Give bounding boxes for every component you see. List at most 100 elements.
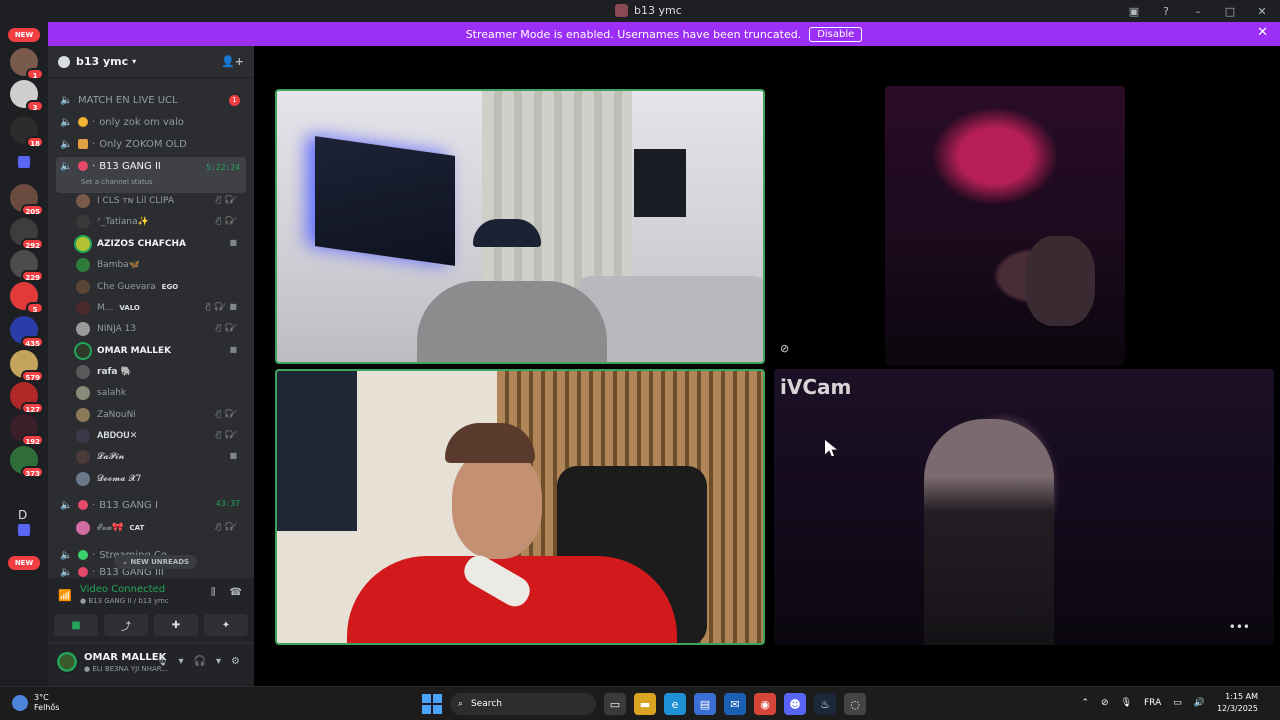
voice-member[interactable]: NINJA 13 🎙̸🎧̸ [76,319,246,339]
bullet: · [92,116,96,128]
voice-member[interactable]: ᐟ_Tatiana✨ 🎙̸🎧̸ [76,212,246,232]
invite-icon[interactable]: 👤+ [221,55,244,68]
video-tile[interactable] [275,89,765,364]
voice-member[interactable]: OMAR MALLEK ■ [76,341,246,361]
disable-button[interactable]: Disable [809,26,863,42]
channel-status[interactable]: Set a channel status [81,178,153,186]
microphone-icon[interactable]: 🎙 [156,656,169,667]
voice-location[interactable]: ● B13 GANG II / b13 ymc [80,597,169,605]
voice-member[interactable]: rafa 🐘 [76,362,246,382]
store-icon[interactable]: ▤ [694,693,716,715]
chrome-icon[interactable]: ◉ [754,693,776,715]
user-name[interactable]: OMAR MALLEK [84,652,166,663]
voice-channel[interactable]: 🔈 · Only ZOKOM OLD [56,134,246,154]
banner-close-icon[interactable]: ✕ [1257,25,1268,40]
display-icon[interactable]: ▭ [1173,698,1182,708]
voice-channel[interactable]: 🔈 · only zok om valo [56,112,246,132]
new-unreads-pill[interactable]: ⌄ NEW UNREADS [114,555,198,569]
voice-status[interactable]: Video Connected [80,584,165,595]
voice-member[interactable]: ZaNouNi 🎙̸🎧̸ [76,405,246,425]
voice-channel[interactable]: 🔈 MATCH EN LIVE UCL 1 [56,90,246,110]
new-pill-bottom[interactable]: NEW [8,556,40,570]
folder-icon[interactable] [18,524,30,536]
discord-icon[interactable]: ☻ [784,693,806,715]
edge-icon[interactable]: e [664,693,686,715]
weather-widget[interactable]: 3°C Felhős [12,693,59,713]
server-avatar[interactable]: 18 [10,116,44,148]
help-icon[interactable]: ? [1158,3,1174,19]
new-pill-top[interactable]: NEW [8,28,40,42]
person-body [924,419,1054,645]
guild-logo [58,55,70,68]
voice-member[interactable]: 𝓓𝓸𝓸𝓶𝓪 𝓧7 [76,469,246,489]
chevron-up-icon[interactable]: ⌃ [1081,698,1089,708]
chevron-down-icon[interactable]: ▾ [179,656,184,667]
maximize-icon[interactable]: □ [1222,3,1238,19]
server-avatar[interactable]: 1 [10,48,44,80]
voice-member[interactable]: AZIZOS CHAFCHA ■ [76,234,246,254]
disconnect-icon[interactable]: ☎ [230,587,242,598]
server-avatar[interactable]: 127 [10,382,44,414]
microphone-icon[interactable]: 🎙 [1121,698,1132,708]
voice-member[interactable]: Che Guevara EGO [76,277,246,297]
volume-icon[interactable]: 🔊 [1194,698,1205,708]
voice-member[interactable]: salahk [76,383,246,403]
network-off-icon[interactable]: ⊘ [1101,698,1109,708]
user-avatar[interactable] [56,652,78,674]
voice-member[interactable]: I CLS ᴛɴ Lil CLIPA 🎙̸🎧̸ [76,191,246,211]
server-avatar[interactable]: 435 [10,316,44,348]
screen-share-button[interactable]: ⤴ [104,614,148,636]
inbox-icon[interactable]: ▣ [1126,3,1142,19]
signal-icon[interactable]: 📶 [58,589,72,602]
camera-button[interactable]: ■ [54,614,98,636]
voice-member[interactable]: M... VALO 🎙̸🎧̸■ [76,298,246,318]
server-avatar[interactable]: 205 [10,184,44,216]
clock[interactable]: 1:15 AM 12/3/2025 [1217,691,1258,715]
task-view-icon[interactable]: ▭ [604,693,626,715]
voice-member[interactable]: 𝐀𝐁𝐃𝐎𝐔✕ 🎙̸🎧̸ [76,426,246,446]
outlook-icon[interactable]: ✉ [724,693,746,715]
server-letter-d[interactable]: D [18,508,27,522]
minimize-icon[interactable]: – [1190,3,1206,19]
server-avatar[interactable]: 192 [10,414,44,446]
voice-member[interactable]: Bamba🦋 [76,255,246,275]
search-box[interactable]: ⌕ Search [450,693,596,715]
server-avatar[interactable]: 292 [10,218,44,250]
voice-channel-active[interactable]: 🔈 · B13 GANG II 5:22:24 Set a channel st… [56,157,246,193]
video-tile[interactable] [885,86,1125,366]
more-options-icon[interactable]: ••• [1229,620,1250,634]
banner-text: Streamer Mode is enabled. Usernames have… [465,27,802,41]
folder-icon[interactable] [18,156,30,168]
avatar [76,322,90,336]
server-avatar[interactable]: 229 [10,250,44,282]
headphones-icon[interactable]: 🎧 [194,656,206,667]
voice-member[interactable]: 𝓛𝓪𝓟𝓲𝓷 ■ [76,447,246,467]
app-icon[interactable]: ◌ [844,693,866,715]
close-icon[interactable]: ✕ [1254,3,1270,19]
language-indicator[interactable]: FRA [1144,698,1161,708]
soundboard-button[interactable]: ✦ [204,614,248,636]
channel-sidebar: b13 ymc ▾ 👤+ 🔈 MATCH EN LIVE UCL 1 🔈 · o… [48,46,254,686]
server-avatar[interactable]: 373 [10,446,44,478]
server-avatar[interactable]: 579 [10,350,44,382]
server-badge: 18 [26,136,44,148]
noise-suppression-icon[interactable]: ⫼ [211,587,216,598]
person-head [1025,236,1095,326]
server-avatar[interactable]: 5 [10,282,44,314]
guild-header[interactable]: b13 ymc ▾ 👤+ [48,46,254,78]
activity-button[interactable]: ✚ [154,614,198,636]
video-tile[interactable] [275,369,765,645]
windows-start-icon[interactable] [422,694,442,714]
server-avatar[interactable]: 3 [10,80,44,112]
steam-icon[interactable]: ♨ [814,693,836,715]
server-badge: 205 [21,204,44,216]
member-name: 𝐀𝐁𝐃𝐎𝐔✕ [97,431,138,441]
video-tile[interactable]: iVCam [774,369,1274,645]
voice-member[interactable]: 𝓔𝓿𝓪🎀 CAT 🎙̸🎧̸ [76,518,246,538]
file-explorer-icon[interactable]: ▬ [634,693,656,715]
chevron-down-icon[interactable]: ▾ [216,656,221,667]
avatar [76,280,90,294]
crown-icon [78,139,88,149]
voice-channel[interactable]: 🔈 · B13 GANG I 43:37 [56,495,246,515]
gear-icon[interactable]: ⚙ [231,656,240,667]
